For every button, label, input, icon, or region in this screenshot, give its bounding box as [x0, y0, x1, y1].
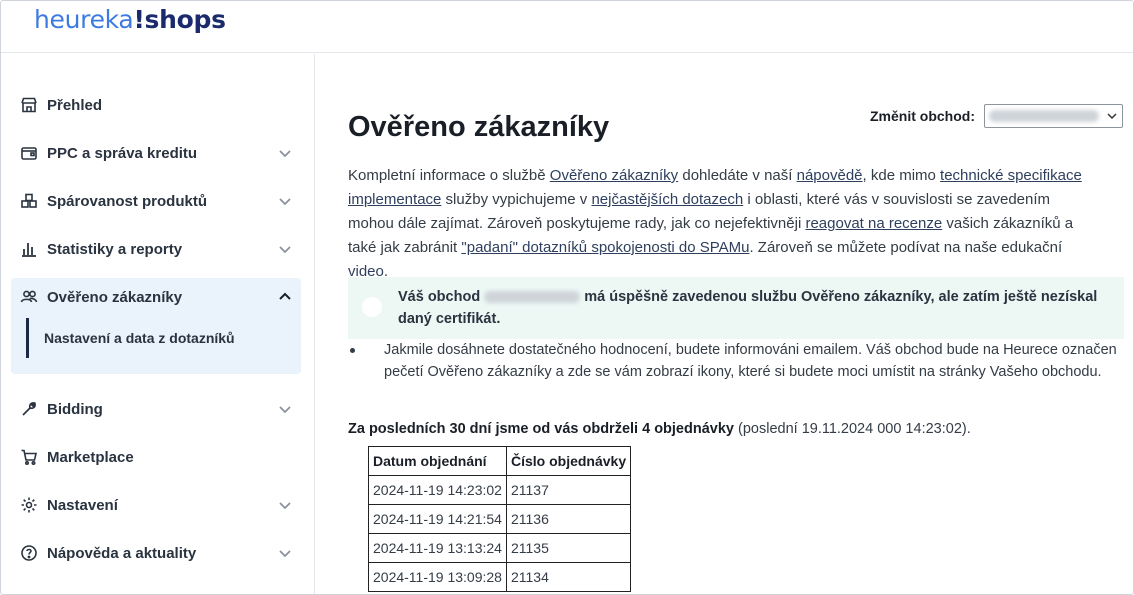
sidebar-item-marketplace[interactable]: Marketplace: [11, 437, 301, 477]
notice-text: Váš obchod má úspěšně zavedenou službu O…: [398, 286, 1098, 330]
shop-select[interactable]: [984, 104, 1123, 128]
order-date: 2024-11-19 13:09:28: [368, 562, 507, 592]
col-header-order-number: Číslo objednávky: [505, 446, 632, 476]
sidebar-item-ppc[interactable]: PPC a správa kreditu: [11, 133, 301, 173]
orders-summary: Za posledních 30 dní jsme od vás obdržel…: [348, 421, 971, 437]
heureka-shops-logo[interactable]: heureka!shops: [34, 5, 226, 34]
sidebar-item-label: Nápověda a aktuality: [47, 544, 197, 562]
sidebar-item-napoveda[interactable]: Nápověda a aktuality: [11, 533, 301, 573]
intro-text: , kde mimo: [862, 167, 941, 184]
chevron-up-icon: [279, 292, 291, 300]
sidebar-item-nastaveni[interactable]: Nastavení: [11, 485, 301, 525]
notice-text-before: Váš obchod: [398, 289, 485, 305]
redacted-shop-name: [484, 291, 581, 304]
app-frame: heureka!shops Přehled PPC a správa kredi…: [0, 0, 1134, 595]
wallet-icon: [19, 143, 39, 163]
intro-paragraph: Kompletní informace o službě Ověřeno zák…: [348, 164, 1088, 284]
bar-chart-icon: [19, 239, 39, 259]
chevron-down-icon: [279, 550, 291, 558]
sidebar-item-overeno[interactable]: Ověřeno zákazníky: [11, 277, 301, 317]
summary-rest: (poslední 19.11.2024 000 14:23:02).: [733, 421, 971, 437]
status-notice: Váš obchod má úspěšně zavedenou službu O…: [348, 277, 1124, 339]
order-date: 2024-11-19 13:13:24: [368, 533, 507, 563]
sidebar-item-label: Spárovanost produktů: [47, 192, 208, 210]
table-header-row: Datum objednání Číslo objednávky: [368, 446, 632, 476]
order-number: 21137: [505, 475, 632, 505]
bullet-text: Jakmile dosáhnete dostatečného hodnocení…: [384, 342, 1117, 380]
link-napoveda[interactable]: nápovědě: [797, 167, 863, 184]
chevron-down-icon: [279, 502, 291, 510]
link-reagovat-na-recenze[interactable]: reagovat na recenze: [805, 215, 942, 232]
col-header-date: Datum objednání: [368, 446, 507, 476]
table-row: 2024-11-19 13:13:24 21135: [368, 533, 632, 563]
table-row: 2024-11-19 14:23:02 21137: [368, 475, 632, 505]
table-row: 2024-11-19 14:21:54 21136: [368, 504, 632, 534]
help-icon: [19, 543, 39, 563]
page-title: Ověřeno zákazníky: [348, 111, 610, 143]
summary-bold: Za posledních 30 dní jsme od vás obdržel…: [348, 421, 734, 437]
sidebar: Přehled PPC a správa kreditu Spárovanost…: [1, 54, 315, 594]
sidebar-item-bidding[interactable]: Bidding: [11, 389, 301, 429]
redacted-shop-name: [989, 110, 1099, 122]
intro-text: dohledáte v naší: [678, 167, 797, 184]
table-row: 2024-11-19 13:09:28 21134: [368, 562, 632, 592]
chevron-down-icon: [279, 198, 291, 206]
sidebar-item-label: Statistiky a reporty: [47, 240, 183, 258]
sidebar-item-label: Bidding: [47, 400, 103, 418]
cart-icon: [19, 447, 39, 467]
sidebar-item-sparovanost[interactable]: Spárovanost produktů: [11, 181, 301, 221]
sidebar-item-label: Přehled: [47, 96, 103, 114]
chevron-down-icon: [279, 406, 291, 414]
sidebar-item-label: Nastavení: [47, 496, 118, 514]
link-nejcastejsi-dotazy[interactable]: nejčastějších dotazech: [591, 191, 743, 208]
sidebar-item-label: Marketplace: [47, 448, 134, 466]
top-header: heureka!shops: [1, 1, 1133, 53]
sidebar-item-label: Ověřeno zákazníky: [47, 288, 183, 306]
intro-text: služby vypichujeme v: [441, 191, 592, 208]
order-number: 21136: [505, 504, 632, 534]
wrench-icon: [19, 399, 39, 419]
logo-part-1: heureka: [34, 5, 134, 34]
order-number: 21134: [505, 562, 632, 592]
order-number: 21135: [505, 533, 632, 563]
shop-switcher-label: Změnit obchod:: [870, 108, 975, 124]
sidebar-item-prehled[interactable]: Přehled: [11, 85, 301, 125]
sidebar-item-label: PPC a správa kreditu: [47, 144, 198, 162]
users-icon: [19, 287, 39, 307]
logo-part-2: !shops: [133, 5, 226, 34]
order-date: 2024-11-19 14:21:54: [368, 504, 507, 534]
chevron-down-icon: [1107, 113, 1117, 120]
shop-switcher: Změnit obchod:: [870, 104, 1123, 128]
store-icon: [19, 95, 39, 115]
intro-text: . Zároveň se můžete podívat na naše eduk…: [749, 239, 1063, 256]
boxes-icon: [19, 191, 39, 211]
chevron-down-icon: [279, 150, 291, 158]
chevron-down-icon: [279, 246, 291, 254]
orders-table: Datum objednání Číslo objednávky 2024-11…: [368, 446, 632, 592]
info-bullet: Jakmile dosáhnete dostatečného hodnocení…: [348, 339, 1118, 383]
bullet-dot: [350, 348, 355, 353]
link-overeno-zakazniky[interactable]: Ověřeno zákazníky: [550, 167, 678, 184]
check-circle-icon: [362, 297, 382, 317]
gear-icon: [19, 495, 39, 515]
link-spam[interactable]: "padaní" dotazníků spokojenosti do SPAMu: [461, 239, 749, 256]
sidebar-subitem-nastaveni-data[interactable]: Nastavení a data z dotazníků: [26, 318, 276, 358]
sidebar-item-statistiky[interactable]: Statistiky a reporty: [11, 229, 301, 269]
order-date: 2024-11-19 14:23:02: [368, 475, 507, 505]
intro-text: Kompletní informace o službě: [348, 167, 550, 184]
